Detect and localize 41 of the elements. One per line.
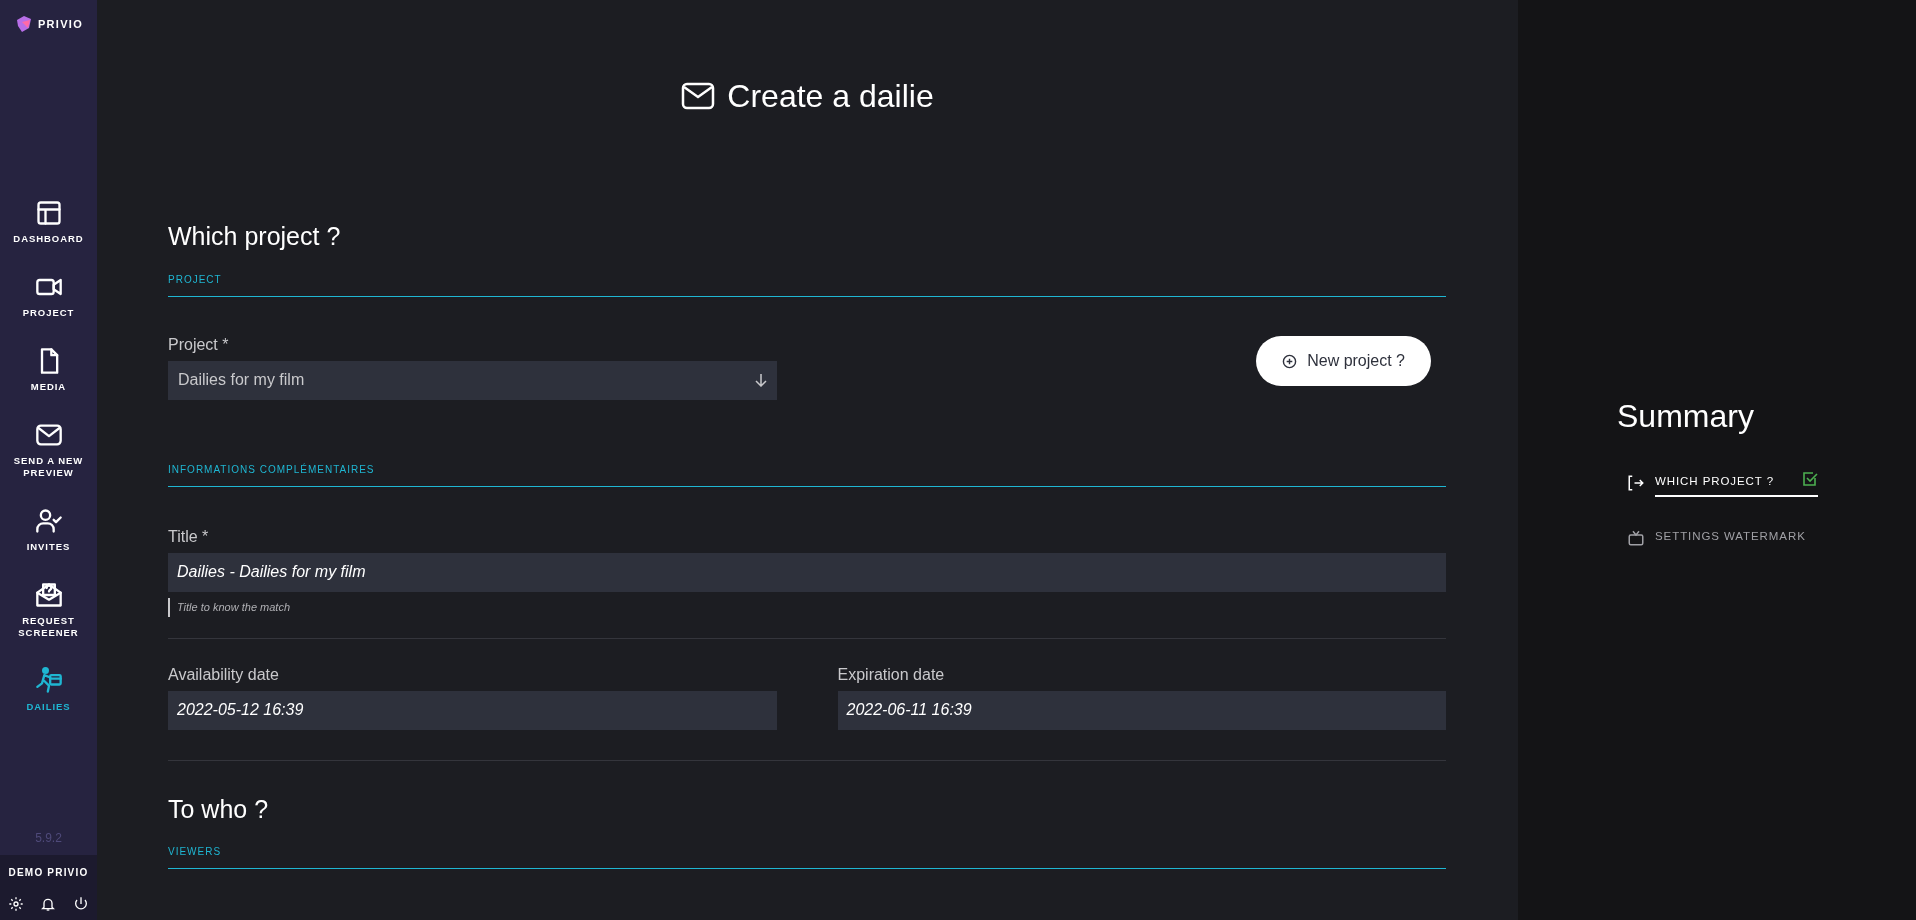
bell-icon[interactable] [40,896,57,912]
field-label: Availability date [168,664,280,685]
tv-icon [1627,528,1645,547]
summary-step-link[interactable]: WHICH PROJECT ? [1655,468,1818,498]
project-select[interactable]: Dailies for my film [168,360,777,400]
nav-item[interactable]: INVITES [0,493,97,567]
settings-icon[interactable] [8,896,25,912]
section-label: INFORMATIONS COMPLÉMENTAIRES [168,463,375,475]
section-title: Which project ? [168,221,342,252]
field-label: Expiration date [837,664,946,685]
field-label: Title * [168,526,210,547]
input-field[interactable]: 2022-05-12 16:39 [168,690,777,730]
person-check-icon [34,507,63,535]
brand-name: PRIVIO [37,16,84,32]
nav-item[interactable]: SEND A NEW PREVIEW [0,407,97,493]
nav-item[interactable]: PROJECT [0,259,97,333]
input-field[interactable]: 2022-06-11 16:39 [837,690,1446,730]
nav-item[interactable]: REQUEST SCREENER [0,567,97,653]
nav-item[interactable]: MEDIA [0,333,97,407]
nav-item[interactable]: DASHBOARD [0,185,97,259]
plus-circle-icon [1282,353,1298,369]
version-number: 5.9.2 [35,830,62,847]
dashboard-icon [34,199,63,227]
down-arrow-icon [755,373,767,387]
enter-icon [1627,473,1645,492]
page-title: Create a dailie [727,77,934,116]
input-field[interactable]: Dailies - Dailies for my film [168,552,1446,592]
field-label: Project * [168,334,230,355]
section-title: To who ? [168,793,270,825]
section-label: PROJECT [168,273,222,285]
question-envelope-icon [34,581,63,609]
summary-title: Summary [1617,397,1755,436]
new-project-button[interactable]: New project ? [1256,336,1431,386]
envelope-icon [681,82,716,110]
nav-item[interactable]: DAILIES [0,653,97,727]
section-label: VIEWERS [168,846,222,857]
hint-text: Title to know the match [168,597,1446,617]
account-name: DEMO PRIVIO [8,866,89,880]
power-icon[interactable] [72,896,89,912]
running-person-icon [34,667,63,695]
summary-step-link[interactable]: SETTINGS WATERMARK [1655,523,1818,553]
